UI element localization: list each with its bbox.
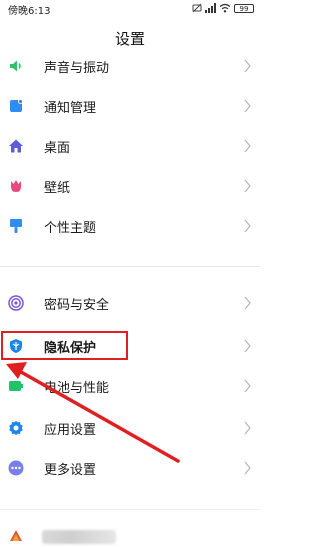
signal-icon bbox=[205, 3, 216, 13]
chevron-right-icon bbox=[244, 99, 251, 113]
tulip-icon bbox=[11, 180, 21, 192]
gear-icon bbox=[9, 420, 23, 436]
menu-item-wallpaper[interactable]: 壁纸 bbox=[0, 166, 260, 206]
chevron-right-icon bbox=[244, 139, 251, 153]
chevron-right-icon bbox=[244, 219, 251, 233]
section-divider bbox=[0, 266, 260, 267]
menu-item-desktop[interactable]: 桌面 bbox=[0, 126, 260, 166]
wifi-icon bbox=[219, 3, 231, 13]
paintbrush-icon bbox=[10, 219, 22, 233]
battery-icon bbox=[9, 381, 23, 391]
menu-item-label: 壁纸 bbox=[44, 181, 71, 196]
blurred-text bbox=[42, 530, 116, 544]
speaker-icon bbox=[10, 60, 21, 72]
chevron-right-icon bbox=[244, 339, 251, 353]
chevron-right-icon bbox=[244, 179, 251, 193]
notification-icon bbox=[10, 99, 23, 112]
menu-item-label: 应用设置 bbox=[44, 423, 97, 438]
more-icon bbox=[8, 460, 24, 476]
home-icon bbox=[9, 139, 23, 153]
chevron-right-icon bbox=[244, 296, 251, 310]
menu-item-app-settings[interactable]: 应用设置 bbox=[0, 408, 260, 448]
section-divider bbox=[0, 509, 260, 510]
fingerprint-icon bbox=[8, 295, 24, 311]
status-icons: 99 bbox=[192, 2, 254, 14]
menu-item-label: 电池与性能 bbox=[44, 381, 110, 396]
menu-item-notifications[interactable]: 通知管理 bbox=[0, 86, 260, 126]
menu-item-label: 通知管理 bbox=[44, 101, 97, 116]
menu-item-label: 桌面 bbox=[44, 141, 71, 156]
chevron-right-icon bbox=[244, 461, 251, 475]
menu-item-label: 个性主题 bbox=[44, 221, 97, 236]
chevron-right-icon bbox=[244, 379, 251, 393]
menu-item-sound-vibration[interactable]: 声音与振动 bbox=[0, 46, 260, 86]
chevron-right-icon bbox=[244, 421, 251, 435]
menu-item-more-settings[interactable]: 更多设置 bbox=[0, 448, 260, 488]
menu-item-password-security[interactable]: 密码与安全 bbox=[0, 283, 260, 323]
menu-item-label: 密码与安全 bbox=[44, 298, 110, 313]
menu-item-label: 声音与振动 bbox=[44, 61, 110, 76]
battery-indicator: 99 bbox=[234, 3, 254, 13]
chevron-right-icon bbox=[244, 59, 251, 73]
status-bar: 傍晚6:13 99 bbox=[0, 0, 260, 18]
status-time: 傍晚6:13 bbox=[8, 6, 51, 17]
menu-item-label: 更多设置 bbox=[44, 463, 97, 478]
menu-item-themes[interactable]: 个性主题 bbox=[0, 206, 260, 246]
annotation-highlight-box bbox=[1, 331, 128, 360]
account-icon bbox=[10, 530, 22, 541]
account-item-blurred[interactable] bbox=[0, 520, 260, 547]
silent-icon bbox=[192, 3, 202, 13]
menu-item-battery-performance[interactable]: 电池与性能 bbox=[0, 366, 260, 406]
